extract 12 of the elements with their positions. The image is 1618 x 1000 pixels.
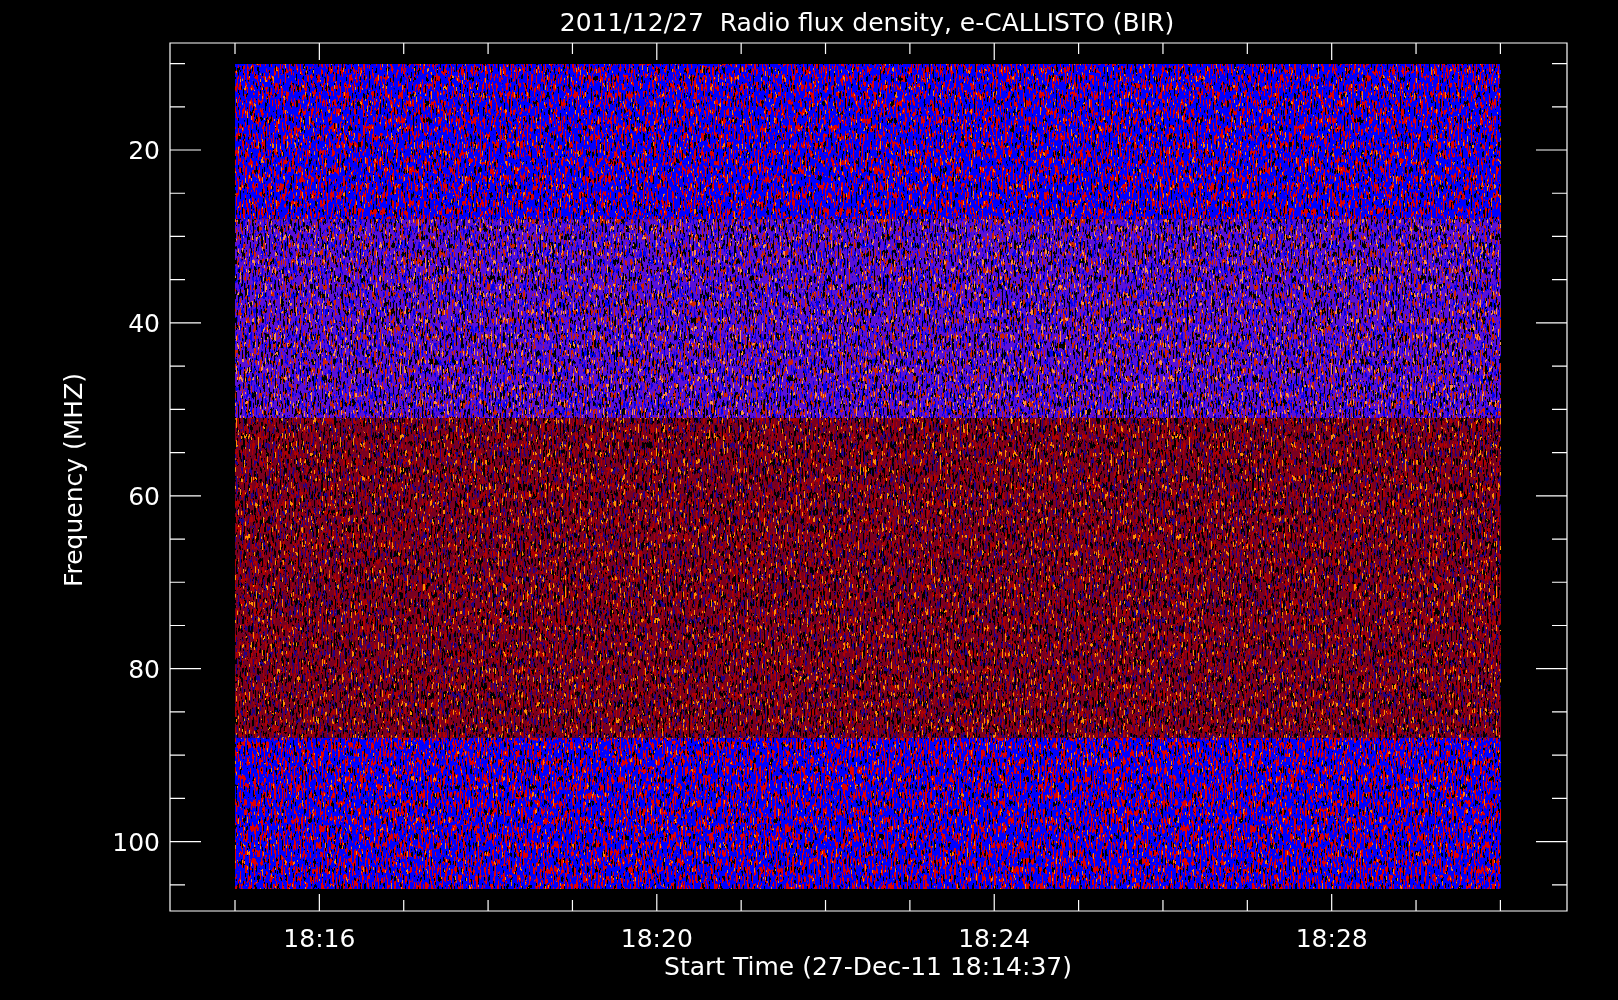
x-tick-label: 18:24: [958, 924, 1031, 953]
y-axis-title: Frequency (MHZ): [59, 372, 88, 588]
x-axis-title: Start Time (27-Dec-11 18:14:37): [664, 952, 1072, 981]
x-tick-label: 18:28: [1295, 924, 1368, 953]
y-tick-label: 80: [128, 654, 160, 684]
y-tick-label: 60: [128, 481, 160, 511]
x-tick-label: 18:16: [283, 924, 356, 953]
x-tick-label: 18:20: [620, 924, 693, 953]
chart-title: 2011/12/27 Radio flux density, e-CALLISTO (BIR): [559, 8, 1175, 37]
y-tick-label: 40: [128, 308, 160, 338]
y-tick-label: 20: [128, 136, 160, 165]
y-tick-label: 100: [112, 827, 160, 857]
